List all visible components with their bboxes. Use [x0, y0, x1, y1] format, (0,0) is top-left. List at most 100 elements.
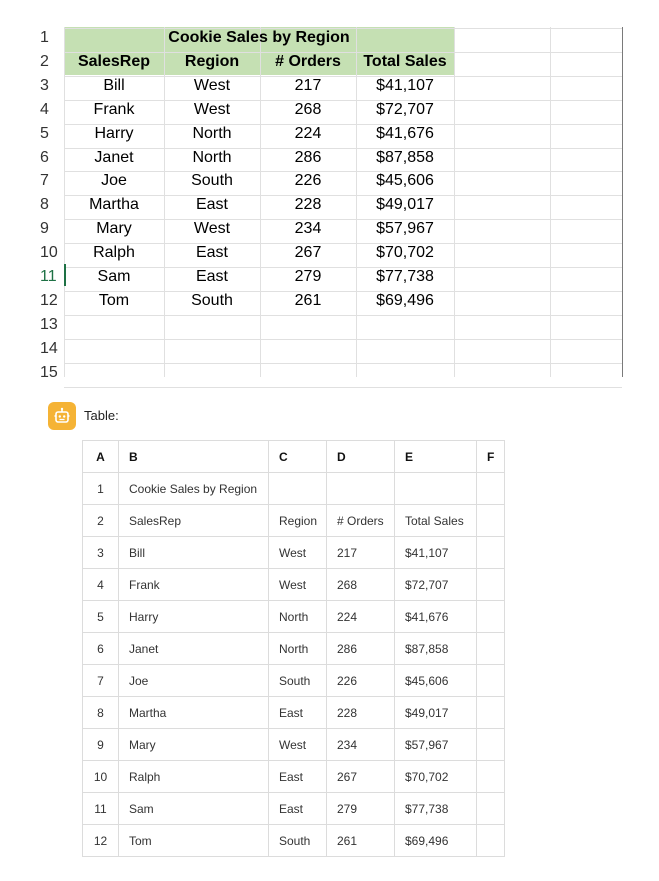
sheet-cell[interactable]: South — [164, 289, 260, 313]
sheet-header-cell[interactable]: SalesRep — [64, 50, 164, 74]
row-number[interactable]: 11 — [40, 265, 64, 289]
row-number[interactable]: 2 — [40, 50, 64, 74]
row-index-cell: 12 — [82, 824, 119, 857]
table-cell: West — [268, 728, 327, 761]
sheet-cell[interactable]: $41,107 — [356, 74, 454, 98]
row-number[interactable]: 3 — [40, 74, 64, 98]
row-index-cell: 2 — [82, 504, 119, 537]
sheet-cell[interactable]: West — [164, 74, 260, 98]
sheet-header-cell[interactable]: # Orders — [260, 50, 356, 74]
table-cell — [476, 600, 505, 633]
table-cell: South — [268, 824, 327, 857]
sheet-cell[interactable]: North — [164, 122, 260, 146]
sheet-cell[interactable]: East — [164, 241, 260, 265]
sheet-cell[interactable]: Joe — [64, 169, 164, 193]
sheet-cell[interactable]: $45,606 — [356, 169, 454, 193]
sheet-cell[interactable]: 234 — [260, 217, 356, 241]
row-number[interactable]: 15 — [40, 361, 64, 385]
table-row: 7 Joe South 226 $45,606 — [82, 664, 505, 697]
sheet-cell[interactable]: $57,967 — [356, 217, 454, 241]
sheet-cell[interactable]: 217 — [260, 74, 356, 98]
sheet-cell[interactable]: West — [164, 217, 260, 241]
row-number[interactable]: 8 — [40, 193, 64, 217]
data-table: A B C D E F 1 Cookie Sales by Region 2 SalesRep Re… — [82, 440, 505, 857]
table-cell: East — [268, 760, 327, 793]
row-index-cell: 5 — [82, 600, 119, 633]
table-cell: West — [268, 568, 327, 601]
sheet-cell[interactable]: North — [164, 146, 260, 170]
sheet-cell[interactable]: 226 — [260, 169, 356, 193]
table-cell: Janet — [118, 632, 269, 665]
row-number[interactable]: 7 — [40, 169, 64, 193]
table-cell — [476, 504, 505, 537]
column-header: D — [326, 440, 395, 473]
table-row: 6 Janet North 286 $87,858 — [82, 632, 505, 665]
sheet-cell[interactable]: East — [164, 265, 260, 289]
table-row: 1 Cookie Sales by Region — [82, 472, 505, 505]
table-cell: South — [268, 664, 327, 697]
sheet-cell[interactable]: $87,858 — [356, 146, 454, 170]
robot-icon — [48, 402, 76, 430]
sheet-cell[interactable]: $70,702 — [356, 241, 454, 265]
row-number[interactable]: 5 — [40, 122, 64, 146]
table-row: 11 Sam East 279 $77,738 — [82, 792, 505, 825]
table-cell: North — [268, 600, 327, 633]
table-cell: Cookie Sales by Region — [118, 472, 269, 505]
row-number[interactable]: 9 — [40, 217, 64, 241]
sheet-cell[interactable]: Martha — [64, 193, 164, 217]
table-cell — [476, 696, 505, 729]
sheet-cell[interactable]: $41,676 — [356, 122, 454, 146]
table-cell — [268, 472, 327, 505]
sheet-cell[interactable]: Frank — [64, 98, 164, 122]
sheet-cell[interactable]: 224 — [260, 122, 356, 146]
row-number[interactable]: 4 — [40, 98, 64, 122]
table-cell: Mary — [118, 728, 269, 761]
sheet-cell[interactable]: South — [164, 169, 260, 193]
row-index-cell: 9 — [82, 728, 119, 761]
sheet-cell[interactable]: 261 — [260, 289, 356, 313]
sheet-header-cell[interactable]: Total Sales — [356, 50, 454, 74]
row-number[interactable]: 13 — [40, 313, 64, 337]
row-index-cell: 1 — [82, 472, 119, 505]
row-number[interactable]: 6 — [40, 146, 64, 170]
sheet-cell[interactable]: Bill — [64, 74, 164, 98]
sheet-cell[interactable]: $49,017 — [356, 193, 454, 217]
sheet-cell[interactable]: Janet — [64, 146, 164, 170]
row-number[interactable]: 10 — [40, 241, 64, 265]
sheet-cell[interactable]: 267 — [260, 241, 356, 265]
table-cell: $49,017 — [394, 696, 477, 729]
sheet-cell[interactable]: $72,707 — [356, 98, 454, 122]
sheet-cell[interactable]: 286 — [260, 146, 356, 170]
sheet-cell[interactable]: $69,496 — [356, 289, 454, 313]
table-row: 3 Bill West 217 $41,107 — [82, 536, 505, 569]
sheet-header-cell[interactable]: Region — [164, 50, 260, 74]
table-cell: East — [268, 792, 327, 825]
row-index-cell: 8 — [82, 696, 119, 729]
sheet-cell[interactable]: Harry — [64, 122, 164, 146]
table-cell: Bill — [118, 536, 269, 569]
sheet-cell[interactable]: Mary — [64, 217, 164, 241]
sheet-cell[interactable]: $77,738 — [356, 265, 454, 289]
sheet-cell[interactable]: Sam — [64, 265, 164, 289]
table-cell: Joe — [118, 664, 269, 697]
row-number[interactable]: 14 — [40, 337, 64, 361]
row-number[interactable]: 1 — [40, 26, 64, 50]
row-index-cell: 6 — [82, 632, 119, 665]
sheet-cell[interactable]: 279 — [260, 265, 356, 289]
sheet-cell[interactable]: 228 — [260, 193, 356, 217]
sheet-right-border — [622, 27, 623, 377]
sheet-cell[interactable]: Ralph — [64, 241, 164, 265]
table-header-row: ABCDEF — [82, 440, 505, 473]
sheet-cell[interactable]: 268 — [260, 98, 356, 122]
row-number[interactable]: 12 — [40, 289, 64, 313]
sheet-cell[interactable]: West — [164, 98, 260, 122]
table-cell: # Orders — [326, 504, 395, 537]
table-cell — [476, 824, 505, 857]
table-cell: $41,676 — [394, 600, 477, 633]
column-header: F — [476, 440, 505, 473]
table-row: 8 Martha East 228 $49,017 — [82, 696, 505, 729]
column-header: C — [268, 440, 327, 473]
sheet-cell[interactable]: East — [164, 193, 260, 217]
row-index-cell: 10 — [82, 760, 119, 793]
sheet-cell[interactable]: Tom — [64, 289, 164, 313]
